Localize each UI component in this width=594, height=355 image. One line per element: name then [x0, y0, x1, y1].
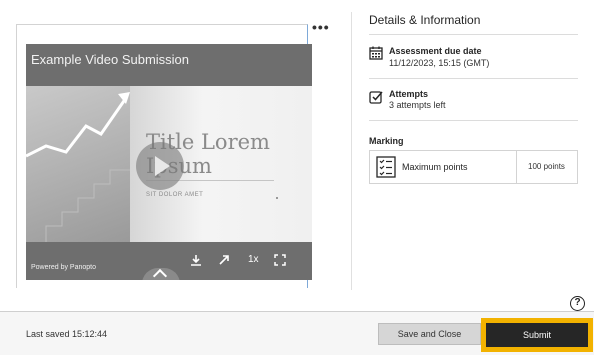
marking-card: Maximum points 100 points: [369, 150, 578, 184]
player-controls: Powered by Panopto 1x: [26, 242, 312, 280]
due-date-label: Assessment due date: [389, 46, 482, 56]
submit-highlight: Submit: [481, 318, 593, 352]
download-icon[interactable]: [190, 254, 202, 266]
marking-label: Marking: [369, 136, 404, 146]
thumbnail-subtitle: SIT DOLOR AMET: [146, 192, 204, 198]
video-player[interactable]: Example Video Submission Title Lorem Ips…: [26, 44, 312, 280]
chevron-up-icon: [152, 268, 168, 280]
submission-page: ••• Example Video Submission Title Lorem…: [0, 0, 594, 355]
play-button[interactable]: [136, 142, 184, 190]
open-external-icon[interactable]: [218, 254, 230, 266]
video-title: Example Video Submission: [31, 52, 190, 67]
thumbnail-image: [26, 86, 130, 242]
last-saved-status: Last saved 15:12:44: [26, 329, 108, 339]
attempts-label: Attempts: [389, 89, 429, 99]
playback-speed-button[interactable]: 1x: [248, 254, 259, 265]
footer-bar: Last saved 15:12:44 Save and Close Submi…: [0, 311, 594, 355]
expand-controls-button[interactable]: [142, 268, 180, 280]
video-thumbnail: Title Lorem Ipsum SIT DOLOR AMET: [26, 86, 312, 242]
submit-button[interactable]: Submit: [486, 323, 588, 347]
fullscreen-icon[interactable]: [274, 254, 286, 266]
checkbox-icon: [369, 91, 383, 104]
more-options-button[interactable]: •••: [312, 20, 329, 36]
marking-separator: [516, 151, 517, 183]
calendar-icon: [369, 46, 383, 60]
save-and-close-button[interactable]: Save and Close: [378, 323, 481, 345]
marking-points: 100 points: [528, 162, 565, 171]
help-button[interactable]: ?: [570, 296, 585, 311]
stairs-graph-icon: [26, 92, 130, 242]
details-heading: Details & Information: [369, 13, 481, 27]
thumbnail-dot: [276, 197, 278, 199]
details-divider: [369, 34, 578, 35]
rubric-icon: [376, 156, 396, 178]
column-divider: [351, 12, 352, 290]
attempts-value: 3 attempts left: [389, 100, 446, 110]
marking-name: Maximum points: [402, 162, 468, 172]
powered-by-label: Powered by Panopto: [31, 264, 96, 271]
details-divider: [369, 78, 578, 79]
due-date-value: 11/12/2023, 15:15 (GMT): [389, 58, 490, 68]
details-divider: [369, 120, 578, 121]
